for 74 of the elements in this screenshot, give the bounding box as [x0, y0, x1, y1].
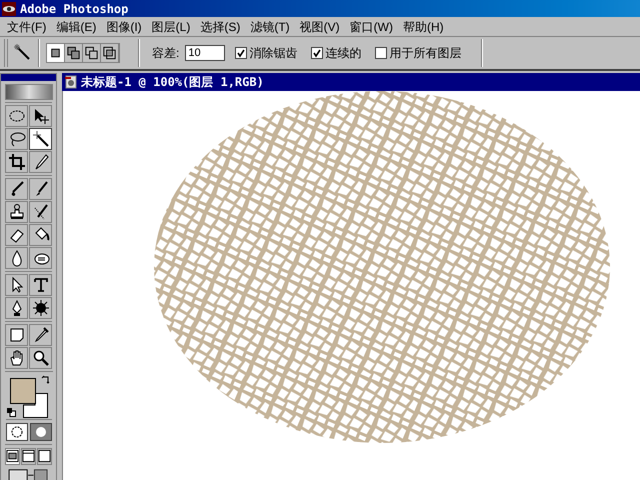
move-tool[interactable] [29, 104, 52, 127]
marquee-tool[interactable] [5, 104, 28, 127]
starburst-icon [32, 298, 50, 317]
menu-item[interactable]: 编辑(E) [51, 18, 102, 36]
eraser-tool[interactable] [5, 224, 28, 246]
hand-tool[interactable] [5, 346, 28, 369]
tolerance-label: 容差: [152, 45, 180, 62]
crop-icon [8, 152, 26, 171]
magic-wand-icon[interactable] [14, 44, 32, 62]
toolbox-title-bar [1, 74, 56, 82]
menu-item[interactable]: 窗口(W) [344, 18, 398, 36]
magic-wand-tool[interactable] [29, 128, 52, 150]
smudge-hand-tool[interactable] [29, 246, 52, 269]
intersect-selection-icon [101, 44, 118, 62]
full-screen-button[interactable] [37, 448, 52, 465]
pen-nib-tool[interactable] [5, 296, 28, 319]
crop-tool[interactable] [5, 150, 28, 173]
document-title: 未标题-1 @ 100%(图层 1,RGB) [81, 74, 264, 91]
tolerance-field[interactable]: 10 [185, 45, 226, 61]
full-screen-icon [38, 448, 51, 464]
starburst-tool[interactable] [29, 296, 52, 319]
checkbox-label: 消除锯齿 [249, 45, 298, 62]
magic-wand-icon [32, 130, 50, 148]
full-screen-menu-button[interactable] [21, 448, 36, 465]
lasso-tool[interactable] [5, 128, 28, 150]
zoom-tool[interactable] [29, 346, 52, 369]
menu-item[interactable]: 图像(I) [101, 18, 147, 36]
menu-item[interactable]: 视图(V) [294, 18, 345, 36]
hand-icon [8, 348, 26, 367]
foreground-color-swatch[interactable] [10, 378, 36, 404]
history-brush-tool[interactable] [29, 200, 52, 223]
note-icon [8, 326, 26, 344]
menu-item[interactable]: 滤镜(T) [245, 18, 295, 36]
stamp-tool[interactable] [5, 200, 28, 223]
add-selection-icon [65, 44, 82, 62]
checkbox[interactable] [375, 47, 388, 59]
window-mode-icon [6, 448, 19, 464]
window-title: Adobe Photoshop [20, 0, 128, 18]
eyedropper-tool[interactable] [29, 324, 52, 346]
intersect-selection-button[interactable] [101, 44, 119, 62]
type-tool-tool[interactable] [29, 274, 52, 296]
menu-item[interactable]: 文件(F) [2, 18, 52, 36]
menu-item[interactable]: 图层(L) [146, 18, 196, 36]
swap-arrows-icon[interactable] [40, 374, 50, 385]
subtract-selection-icon [83, 44, 100, 62]
zoom-icon [32, 348, 50, 367]
selection-arrow-tool[interactable] [5, 274, 28, 296]
stamp-icon [8, 202, 26, 221]
type-tool-icon [32, 276, 50, 294]
add-selection-button[interactable] [65, 44, 83, 62]
slice-knife-tool[interactable] [29, 150, 52, 173]
paint-bucket-tool[interactable] [29, 224, 52, 246]
checkbox[interactable] [311, 47, 324, 59]
checkbox[interactable] [235, 47, 248, 59]
default-colors-icon[interactable] [6, 408, 16, 417]
background-color-swatch[interactable] [22, 392, 48, 418]
subtract-selection-button[interactable] [83, 44, 101, 62]
note-tool[interactable] [5, 324, 28, 346]
eye-logo-icon [2, 2, 16, 16]
menu-item[interactable]: 选择(S) [195, 18, 246, 36]
water-drop-tool[interactable] [5, 246, 28, 269]
eye-banner-picture [4, 84, 52, 100]
document-icon [65, 75, 77, 89]
brush-tool[interactable] [29, 178, 52, 200]
airbrush-tool[interactable] [5, 178, 28, 200]
menu-item[interactable]: 帮助(H) [398, 18, 449, 36]
lasso-icon [8, 130, 26, 148]
window-mode-button[interactable] [5, 448, 20, 465]
quick-mask-button[interactable] [30, 422, 52, 441]
standard-mode-button[interactable] [6, 422, 28, 441]
history-brush-icon [32, 202, 50, 221]
checkbox-label: 连续的 [325, 45, 362, 62]
full-screen-menu-icon [22, 448, 35, 464]
checkbox-label: 用于所有图层 [389, 45, 462, 62]
